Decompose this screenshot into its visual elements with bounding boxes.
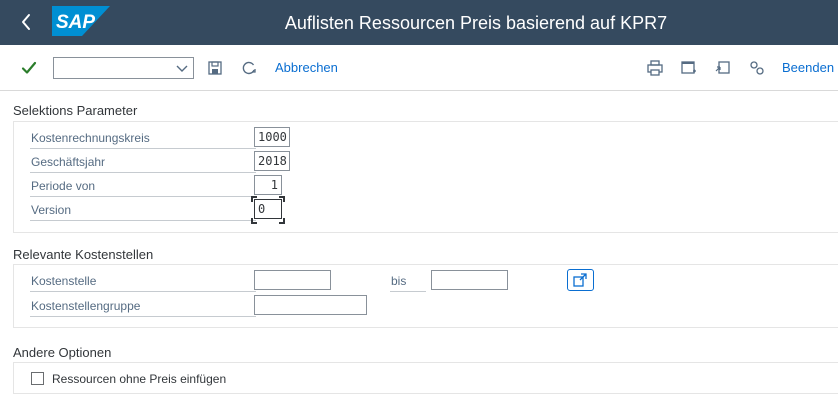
label-underline (30, 196, 256, 197)
kostenstelle-from-input[interactable] (254, 270, 331, 290)
chevron-down-icon[interactable] (175, 61, 189, 75)
section-title-options: Andere Optionen (13, 345, 112, 360)
label-underline (30, 148, 256, 149)
field-label: Kostenstelle (31, 274, 97, 288)
focus-corner (251, 218, 257, 224)
back-history-icon[interactable] (240, 59, 258, 77)
shell-header: SAP Auflisten Ressourcen Preis basierend… (0, 0, 838, 45)
page-title: Auflisten Ressourcen Preis basierend auf… (284, 13, 668, 33)
field-label: Geschäftsjahr (31, 155, 106, 169)
field-row-kostenstellengruppe: Kostenstellengruppe (14, 295, 414, 317)
section-title-selection: Selektions Parameter (13, 103, 138, 118)
command-input[interactable] (56, 59, 166, 77)
focus-corner (279, 218, 285, 224)
sap-logo: SAP (52, 6, 110, 36)
save-icon[interactable] (206, 59, 224, 77)
field-label: Periode von (31, 179, 96, 193)
cancel-button[interactable]: Abbrechen (275, 60, 338, 75)
label-underline (30, 220, 256, 221)
label-underline (30, 316, 256, 317)
command-field[interactable] (53, 57, 194, 79)
field-row-kostenstelle: Kostenstelle bis (14, 269, 714, 292)
checkbox-label[interactable]: Ressourcen ohne Preis einfügen (52, 372, 226, 386)
label-underline (390, 291, 426, 292)
svg-text:SAP: SAP (56, 12, 95, 33)
field-row-periode: Periode von 1 (14, 175, 314, 197)
focus-corner (251, 196, 257, 202)
field-label: Kostenstellengruppe (31, 299, 141, 313)
field-row-kokrs: Kostenrechnungskreis 1000 (14, 127, 314, 149)
bis-label: bis (391, 274, 407, 288)
other-options-group: Ressourcen ohne Preis einfügen (13, 362, 838, 394)
exit-button[interactable]: Beenden (782, 60, 834, 75)
print-icon[interactable] (646, 59, 664, 77)
settings-icon[interactable] (748, 59, 766, 77)
back-icon[interactable] (14, 9, 40, 35)
version-input[interactable]: 0 (254, 199, 282, 219)
periode-von-input[interactable]: 1 (254, 175, 282, 195)
focus-corner (279, 196, 285, 202)
application-toolbar: Abbrechen Beenden (0, 45, 838, 91)
geschaeftsjahr-input[interactable]: 2018 (254, 151, 290, 171)
field-row-version: Version 0 (14, 196, 314, 224)
ressourcen-ohne-preis-checkbox[interactable] (31, 372, 44, 385)
field-label: Version (31, 203, 72, 217)
label-underline (30, 172, 256, 173)
selection-parameters-group: Kostenrechnungskreis 1000 Geschäftsjahr … (13, 121, 838, 233)
cost-centers-group: Kostenstelle bis Kostenstellengruppe (13, 264, 838, 328)
kostenstellengruppe-input[interactable] (254, 295, 367, 315)
check-icon[interactable] (20, 59, 38, 77)
section-title-cost-centers: Relevante Kostenstellen (13, 247, 154, 262)
new-window-icon[interactable] (680, 59, 698, 77)
multiple-selection-icon (573, 273, 587, 287)
kostenrechnungskreis-input[interactable]: 1000 (254, 127, 290, 147)
field-row-gjahr: Geschäftsjahr 2018 (14, 151, 314, 173)
multiple-selection-button[interactable] (567, 269, 594, 291)
label-underline (30, 291, 256, 292)
kostenstelle-to-input[interactable] (431, 270, 508, 290)
generate-shortcut-icon[interactable] (714, 59, 732, 77)
field-label: Kostenrechnungskreis (31, 131, 150, 145)
